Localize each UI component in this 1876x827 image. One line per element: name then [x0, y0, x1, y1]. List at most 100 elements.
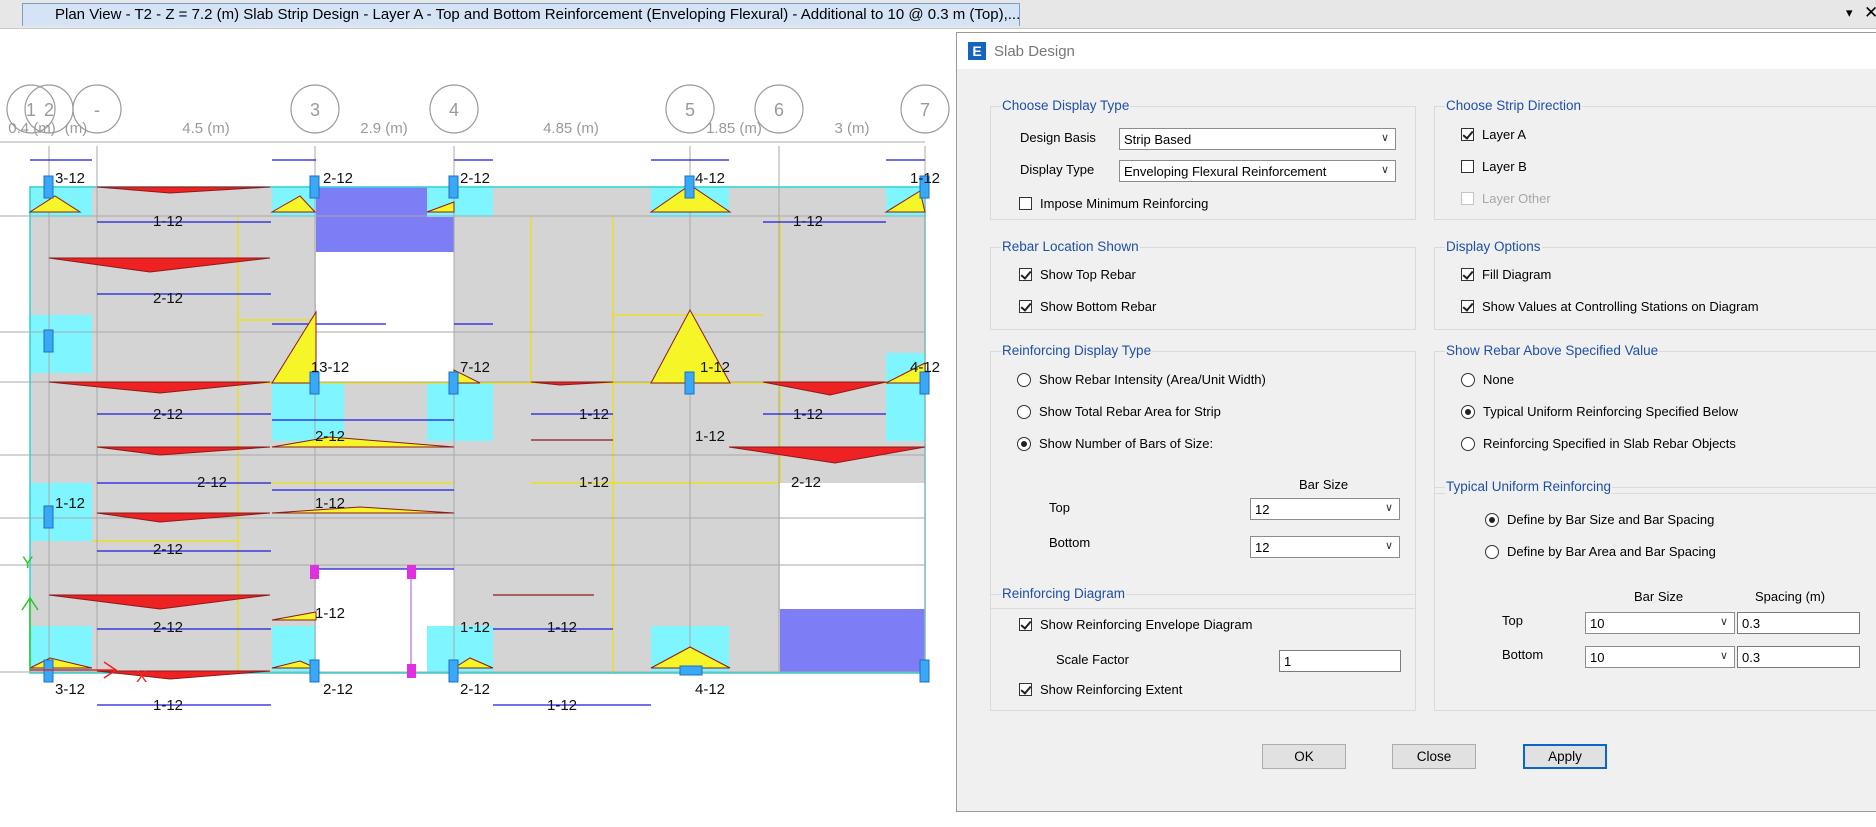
- radio-icon: [1461, 405, 1475, 419]
- view-tab-bar: Plan View - T2 - Z = 7.2 (m) Slab Strip …: [0, 0, 1876, 29]
- show-extent-checkbox[interactable]: Show Reinforcing Extent: [1019, 682, 1182, 697]
- reinforcing-diagram-group: Reinforcing Diagram Show Reinforcing Env…: [990, 586, 1416, 711]
- group-label: Reinforcing Diagram: [1001, 586, 1127, 601]
- layer-b-checkbox[interactable]: Layer B: [1461, 159, 1527, 174]
- bottom-bar-size-value: 12: [1255, 540, 1270, 555]
- display-options-group: Display Options Fill Diagram Show Values…: [1434, 239, 1876, 330]
- chevron-down-icon: ∨: [1719, 650, 1728, 662]
- rebar-label: 1-12: [700, 359, 730, 376]
- show-top-rebar-checkbox[interactable]: Show Top Rebar: [1019, 267, 1136, 282]
- plan-view-tab[interactable]: Plan View - T2 - Z = 7.2 (m) Slab Strip …: [22, 3, 1020, 26]
- top-spacing-input[interactable]: 0.3: [1737, 612, 1860, 634]
- none-radio[interactable]: None: [1461, 372, 1514, 387]
- checkbox-icon: [1019, 300, 1032, 313]
- group-label: Reinforcing Display Type: [1001, 343, 1153, 358]
- tab-menu-icon[interactable]: ▾: [1846, 5, 1853, 21]
- radio-icon: [1017, 405, 1031, 419]
- radio-icon: [1461, 437, 1475, 451]
- chevron-down-icon: ∨: [1380, 132, 1389, 144]
- ok-button[interactable]: OK: [1262, 744, 1346, 769]
- rebar-label: 3-12: [55, 681, 85, 698]
- rebar-label: 1-12: [55, 495, 85, 512]
- design-basis-select[interactable]: Strip Based ∨: [1119, 128, 1396, 150]
- grid-bubble-label: 1: [26, 100, 36, 120]
- slab-rebar-objects-radio[interactable]: Reinforcing Specified in Slab Rebar Obje…: [1461, 436, 1736, 451]
- show-envelope-checkbox[interactable]: Show Reinforcing Envelope Diagram: [1019, 617, 1252, 632]
- group-label: Rebar Location Shown: [1001, 239, 1140, 254]
- radio-icon: [1461, 373, 1475, 387]
- checkbox-icon: [1461, 128, 1474, 141]
- scale-factor-label: Scale Factor: [1056, 652, 1129, 667]
- close-tab-icon[interactable]: ✕: [1864, 3, 1876, 23]
- group-label: Choose Display Type: [1001, 98, 1131, 113]
- bottom-bar-size-value: 10: [1590, 650, 1605, 665]
- rebar-label: 2-12: [791, 474, 821, 491]
- rebar-label: 1-12: [793, 406, 823, 423]
- show-rebar-above-group: Show Rebar Above Specified Value None Ty…: [1434, 343, 1876, 494]
- dimension-label: 3 (m): [835, 120, 870, 137]
- radio-icon: [1017, 437, 1031, 451]
- spacing-header: Spacing (m): [1755, 589, 1826, 604]
- top-bar-size-select[interactable]: 10 ∨: [1585, 612, 1735, 634]
- grid-bubble-label: 5: [685, 100, 695, 120]
- slab-opening: [780, 483, 925, 609]
- chevron-down-icon: ∨: [1384, 540, 1393, 552]
- display-type-select[interactable]: Enveloping Flexural Reinforcement ∨: [1119, 160, 1396, 182]
- bar-size-header: Bar Size: [1299, 477, 1349, 492]
- dimension-label: 1.85 (m): [706, 120, 762, 137]
- rebar-label: 2-12: [323, 170, 353, 187]
- show-values-checkbox[interactable]: Show Values at Controlling Stations on D…: [1461, 299, 1759, 314]
- total-rebar-area-radio[interactable]: Show Total Rebar Area for Strip: [1017, 404, 1221, 419]
- design-strip-zone: [780, 609, 925, 673]
- bar-area-spacing-radio[interactable]: Define by Bar Area and Bar Spacing: [1485, 544, 1716, 559]
- layer-other-checkbox[interactable]: Layer Other: [1461, 191, 1551, 206]
- fill-diagram-checkbox[interactable]: Fill Diagram: [1461, 267, 1551, 282]
- rebar-location-group: Rebar Location Shown Show Top Rebar Show…: [990, 239, 1416, 330]
- axis-y-label: Y: [22, 553, 33, 572]
- bottom-bar-size-select[interactable]: 10 ∨: [1585, 646, 1735, 668]
- chevron-down-icon: ∨: [1384, 502, 1393, 514]
- plan-view-canvas[interactable]: 1 2 - 3 4 5 6 7 0.4 (m) (m) 4.5 (m) 2.9 …: [0, 28, 956, 827]
- display-type-label: Display Type: [1020, 162, 1095, 177]
- rebar-label: 1-12: [315, 495, 345, 512]
- grid-bubble-label: 3: [310, 100, 320, 120]
- group-label: Typical Uniform Reinforcing: [1445, 479, 1613, 494]
- grid-bubbles: [6, 84, 950, 134]
- rebar-label: 1-12: [547, 697, 577, 714]
- rebar-intensity-radio[interactable]: Show Rebar Intensity (Area/Unit Width): [1017, 372, 1266, 387]
- rebar-label: 2-12: [460, 170, 490, 187]
- bottom-bar-size-select[interactable]: 12 ∨: [1250, 536, 1400, 558]
- chevron-down-icon: ∨: [1380, 164, 1389, 176]
- dimension-label: 4.5 (m): [182, 120, 230, 137]
- grid-bubble-label: 6: [774, 100, 784, 120]
- apply-button[interactable]: Apply: [1523, 744, 1607, 769]
- checkbox-label: Impose Minimum Reinforcing: [1040, 196, 1209, 211]
- top-bar-size-value: 10: [1590, 616, 1605, 631]
- radio-label: Show Number of Bars of Size:: [1039, 436, 1214, 451]
- close-button[interactable]: Close: [1392, 744, 1476, 769]
- dimension-label: 2.9 (m): [360, 120, 408, 137]
- checkbox-icon: [1461, 160, 1474, 173]
- bottom-spacing-input[interactable]: 0.3: [1737, 646, 1860, 668]
- dimension-label: (m): [65, 120, 88, 137]
- dialog-titlebar[interactable]: E Slab Design: [957, 33, 1876, 69]
- radio-label: Show Rebar Intensity (Area/Unit Width): [1039, 372, 1266, 387]
- impose-minimum-checkbox[interactable]: Impose Minimum Reinforcing: [1019, 196, 1208, 211]
- checkbox-label: Show Reinforcing Envelope Diagram: [1040, 617, 1253, 632]
- layer-a-checkbox[interactable]: Layer A: [1461, 127, 1526, 142]
- reinforcing-display-group: Reinforcing Display Type Show Rebar Inte…: [990, 343, 1416, 609]
- rebar-label: 1-12: [547, 619, 577, 636]
- checkbox-icon: [1461, 300, 1474, 313]
- top-bar-size-select[interactable]: 12 ∨: [1250, 498, 1400, 520]
- slab-design-dialog: E Slab Design Choose Display Type Design…: [956, 32, 1876, 812]
- rebar-label: 2-12: [315, 428, 345, 445]
- typical-uniform-radio[interactable]: Typical Uniform Reinforcing Specified Be…: [1461, 404, 1738, 419]
- bar-size-header: Bar Size: [1634, 589, 1684, 604]
- number-of-bars-radio[interactable]: Show Number of Bars of Size:: [1017, 436, 1213, 451]
- bar-size-spacing-radio[interactable]: Define by Bar Size and Bar Spacing: [1485, 512, 1714, 527]
- show-bottom-rebar-checkbox[interactable]: Show Bottom Rebar: [1019, 299, 1156, 314]
- radio-label: Define by Bar Size and Bar Spacing: [1507, 512, 1715, 527]
- checkbox-icon: [1019, 683, 1032, 696]
- display-type-value: Enveloping Flexural Reinforcement: [1124, 164, 1327, 179]
- scale-factor-input[interactable]: 1: [1279, 650, 1401, 672]
